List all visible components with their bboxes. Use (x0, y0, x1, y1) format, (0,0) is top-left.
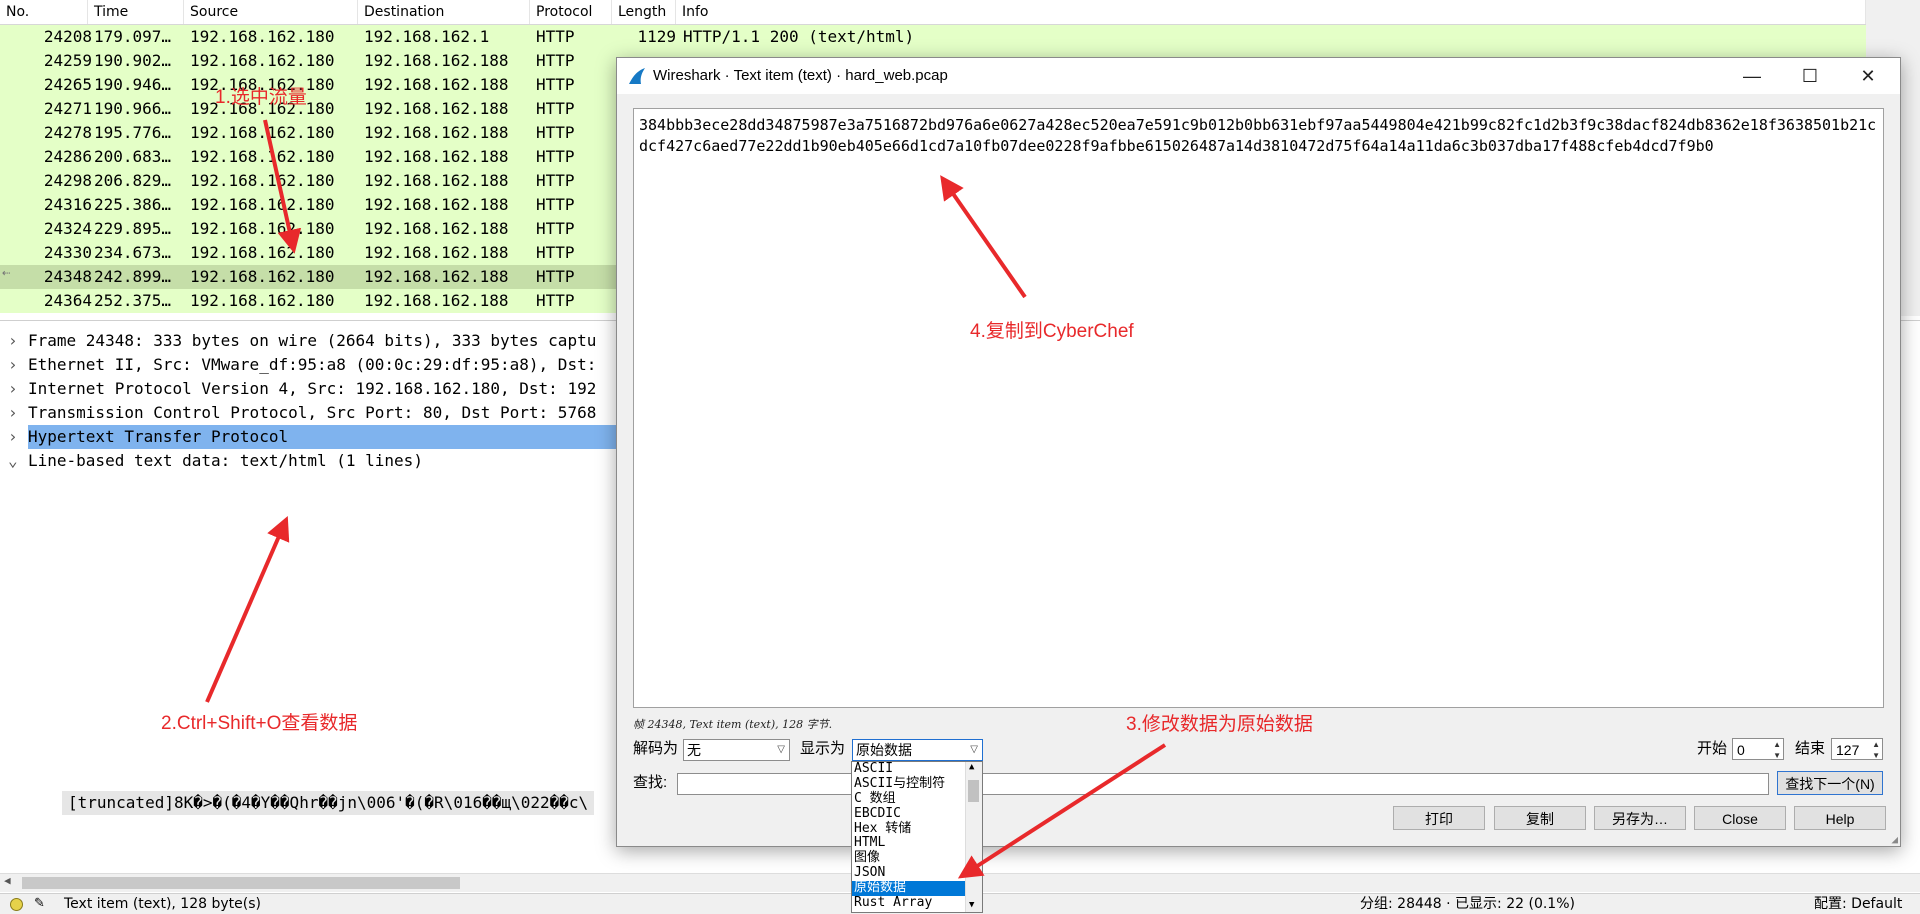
annotation-step4: 4.复制到CyberChef (970, 321, 1134, 342)
annotation-step2: 2.Ctrl+Shift+O查看数据 (161, 713, 358, 734)
annotation-step1: 1.选中流量 (215, 87, 307, 108)
annotation-step3: 3.修改数据为原始数据 (1126, 714, 1313, 735)
arrow-step3 (957, 743, 1167, 879)
arrow-step1 (263, 119, 302, 254)
annotation-arrows (205, 119, 1167, 879)
arrow-step4 (940, 175, 1027, 299)
arrow-step2 (205, 515, 290, 703)
